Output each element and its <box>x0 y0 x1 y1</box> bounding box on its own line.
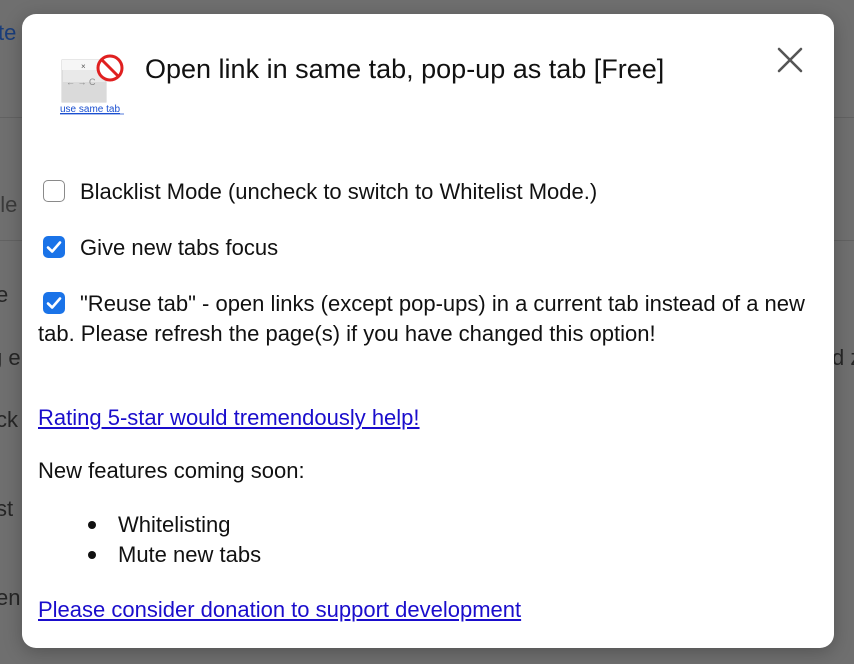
features-list: Whitelisting Mute new tabs <box>38 510 261 570</box>
rating-link[interactable]: Rating 5-star would tremendously help! <box>38 403 420 433</box>
features-heading: New features coming soon: <box>38 458 305 483</box>
background-text: e <box>0 282 9 307</box>
option-label: Blacklist Mode (uncheck to switch to Whi… <box>80 179 598 204</box>
checkmark-icon <box>46 297 62 309</box>
option-reuse-tab: "Reuse tab" - open links (except pop-ups… <box>38 289 818 349</box>
svg-text:← → C: ← → C <box>66 77 96 87</box>
feature-label: Mute new tabs <box>118 542 262 567</box>
background-text: g e <box>0 345 21 370</box>
option-label: Give new tabs focus <box>80 235 279 260</box>
svg-text:×: × <box>81 62 86 71</box>
extension-options-dialog: × ← → C use same tab Open link in same t… <box>22 14 834 648</box>
background-text: st <box>0 496 14 521</box>
option-label: "Reuse tab" - open links (except pop-ups… <box>38 291 805 346</box>
bullet-icon <box>88 521 96 529</box>
background-text: d z <box>832 345 854 370</box>
option-blacklist-mode: Blacklist Mode (uncheck to switch to Whi… <box>38 177 818 207</box>
close-icon <box>777 47 803 73</box>
list-item: Mute new tabs <box>38 540 261 570</box>
background-text: en <box>0 585 21 610</box>
close-button[interactable] <box>772 42 808 78</box>
background-text: f le <box>0 192 18 217</box>
feature-label: Whitelisting <box>118 512 231 537</box>
background-text: te <box>0 20 17 45</box>
icon-caption: use same tab <box>60 104 120 115</box>
dialog-title: Open link in same tab, pop-up as tab [Fr… <box>145 54 665 84</box>
blacklist-mode-checkbox[interactable] <box>43 180 65 202</box>
extension-logo-icon: × ← → C use same tab <box>60 52 128 120</box>
donation-link[interactable]: Please consider donation to support deve… <box>38 595 521 625</box>
list-item: Whitelisting <box>38 510 261 540</box>
bullet-icon <box>88 551 96 559</box>
option-focus-new-tabs: Give new tabs focus <box>38 233 818 263</box>
focus-new-tabs-checkbox[interactable] <box>43 236 65 258</box>
checkmark-icon <box>46 241 62 253</box>
background-text: ck <box>0 407 18 432</box>
reuse-tab-checkbox[interactable] <box>43 292 65 314</box>
